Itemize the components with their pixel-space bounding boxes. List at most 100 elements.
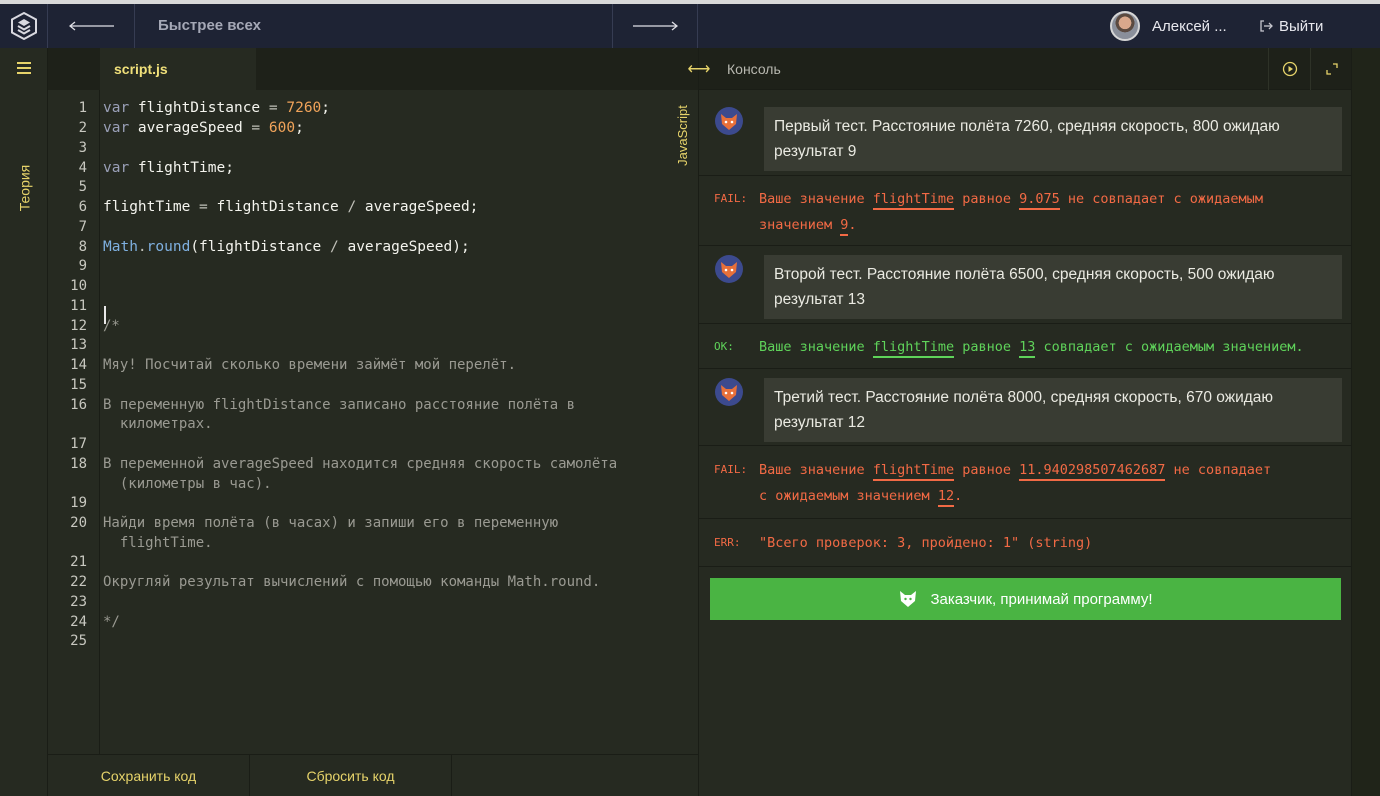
divider bbox=[699, 445, 1352, 446]
line-number: 23 bbox=[70, 594, 87, 610]
next-button[interactable] bbox=[612, 4, 698, 48]
divider bbox=[699, 368, 1352, 369]
line-number: 24 bbox=[70, 614, 87, 630]
line-number: 20 bbox=[70, 515, 87, 531]
code-line: Math.round(flightDistance / averageSpeed… bbox=[103, 239, 470, 255]
cat-avatar-icon bbox=[715, 107, 743, 135]
code-line: var flightDistance = 7260; bbox=[103, 100, 331, 116]
result-text: Ваше значение flightTime равное 11.94029… bbox=[759, 457, 1349, 509]
line-number: 3 bbox=[78, 140, 87, 156]
line-number: 13 bbox=[70, 337, 87, 353]
divider bbox=[699, 245, 1352, 246]
code-comment: (километры в час). bbox=[103, 476, 272, 492]
console-panel: ⟷ Консоль Первый тест. Расстояние полёта… bbox=[688, 48, 1352, 796]
editor-footer: Сохранить код Сбросить код bbox=[48, 754, 698, 796]
code-line: var flightTime; bbox=[103, 160, 234, 176]
code-comment: Мяу! Посчитай сколько времени займёт мой… bbox=[103, 357, 517, 373]
line-number: 2 bbox=[78, 120, 87, 136]
line-number: 15 bbox=[70, 377, 87, 393]
cat-icon bbox=[900, 591, 917, 607]
line-number: 16 bbox=[70, 397, 87, 413]
menu-icon[interactable] bbox=[17, 62, 31, 77]
theory-tab[interactable]: Теория bbox=[8, 158, 40, 218]
code-comment: В переменную flightDistance записано рас… bbox=[103, 397, 576, 413]
result-text: Ваше значение flightTime равное 13 совпа… bbox=[759, 334, 1349, 360]
tab-script-js[interactable]: script.js bbox=[100, 48, 256, 90]
line-number: 9 bbox=[78, 258, 87, 274]
theory-label: Теория bbox=[16, 164, 32, 212]
divider bbox=[699, 518, 1352, 519]
run-button[interactable] bbox=[1268, 48, 1310, 90]
cat-avatar-icon bbox=[715, 378, 743, 406]
logout-label: Выйти bbox=[1279, 17, 1324, 35]
accept-program-button[interactable]: Заказчик, принимай программу! bbox=[710, 578, 1341, 620]
right-scroll-strip[interactable] bbox=[1351, 48, 1380, 796]
result-text: Ваше значение flightTime равное 9.075 не… bbox=[759, 186, 1349, 238]
line-number: 8 bbox=[78, 239, 87, 255]
cat-avatar-icon bbox=[715, 255, 743, 283]
divider bbox=[699, 175, 1352, 176]
console-header: ⟷ Консоль bbox=[688, 48, 1352, 90]
line-number: 10 bbox=[70, 278, 87, 294]
divider bbox=[699, 323, 1352, 324]
top-bar: Быстрее всех Алексей ... Выйти bbox=[0, 0, 1380, 48]
arrow-right-icon bbox=[633, 21, 678, 31]
line-number: 22 bbox=[70, 574, 87, 590]
reset-code-button[interactable]: Сбросить код bbox=[250, 755, 452, 796]
test-text: Третий тест. Расстояние полёта 8000, сре… bbox=[764, 378, 1342, 442]
text-cursor bbox=[104, 306, 106, 324]
line-number: 21 bbox=[70, 554, 87, 570]
logo-icon bbox=[10, 12, 37, 40]
code-comment: километрах. bbox=[103, 416, 213, 432]
line-number: 19 bbox=[70, 495, 87, 511]
expand-icon bbox=[1325, 63, 1338, 75]
page-title: Быстрее всех bbox=[158, 17, 261, 34]
code-comment: В переменной averageSpeed находится сред… bbox=[103, 456, 618, 472]
language-label: JavaScript bbox=[670, 100, 694, 170]
result-tag: ERR: bbox=[714, 536, 741, 549]
accept-label: Заказчик, принимай программу! bbox=[930, 590, 1153, 608]
user-menu[interactable]: Алексей ... bbox=[1110, 4, 1227, 48]
divider bbox=[699, 566, 1352, 567]
result-tag: FAIL: bbox=[714, 463, 748, 476]
play-icon bbox=[1282, 61, 1297, 77]
line-number: 7 bbox=[78, 219, 87, 235]
resize-handle-icon[interactable]: ⟷ bbox=[688, 48, 711, 90]
code-comment: flightTime. bbox=[103, 535, 213, 551]
avatar bbox=[1110, 11, 1140, 41]
line-number: 25 bbox=[70, 633, 87, 649]
editor-tab-bar: script.js bbox=[48, 48, 698, 90]
logout-icon bbox=[1260, 20, 1273, 32]
result-tag: FAIL: bbox=[714, 192, 748, 205]
line-number: 4 bbox=[78, 160, 87, 176]
line-number: 18 bbox=[70, 456, 87, 472]
arrow-left-icon bbox=[68, 21, 114, 31]
result-tag: OK: bbox=[714, 340, 734, 353]
line-number: 17 bbox=[70, 436, 87, 452]
save-code-button[interactable]: Сохранить код bbox=[48, 755, 250, 796]
language-text: JavaScript bbox=[674, 104, 690, 166]
test-text: Второй тест. Расстояние полёта 6500, сре… bbox=[764, 255, 1342, 319]
code-line: var averageSpeed = 600; bbox=[103, 120, 304, 136]
code-comment: */ bbox=[103, 614, 120, 630]
line-number: 5 bbox=[78, 179, 87, 195]
line-number-gutter: 1 2 3 4 5 6 7 8 9 10 11 12 13 14 15 16 1… bbox=[48, 90, 100, 754]
code-comment: Найди время полёта (в часах) и запиши ег… bbox=[103, 515, 559, 531]
logout-button[interactable]: Выйти bbox=[1259, 4, 1323, 48]
line-number: 6 bbox=[78, 199, 87, 215]
user-name: Алексей ... bbox=[1152, 17, 1227, 35]
line-number: 12 bbox=[70, 318, 87, 334]
left-sidebar: Теория bbox=[0, 48, 48, 796]
test-text: Первый тест. Расстояние полёта 7260, сре… bbox=[764, 107, 1342, 171]
fullscreen-button[interactable] bbox=[1310, 48, 1352, 90]
line-number: 14 bbox=[70, 357, 87, 373]
line-number: 1 bbox=[78, 100, 87, 116]
console-title: Консоль bbox=[727, 61, 781, 77]
logo[interactable] bbox=[0, 4, 48, 48]
previous-button[interactable] bbox=[49, 4, 135, 48]
code-area[interactable]: var flightDistance = 7260; var averageSp… bbox=[103, 90, 673, 754]
code-comment: Округляй результат вычислений с помощью … bbox=[103, 574, 601, 590]
result-text: "Всего проверок: 3, пройдено: 1" (string… bbox=[759, 535, 1093, 551]
code-editor: script.js 1 2 3 4 5 6 7 8 9 10 11 12 13 … bbox=[48, 48, 698, 796]
code-line: flightTime = flightDistance / averageSpe… bbox=[103, 199, 479, 215]
